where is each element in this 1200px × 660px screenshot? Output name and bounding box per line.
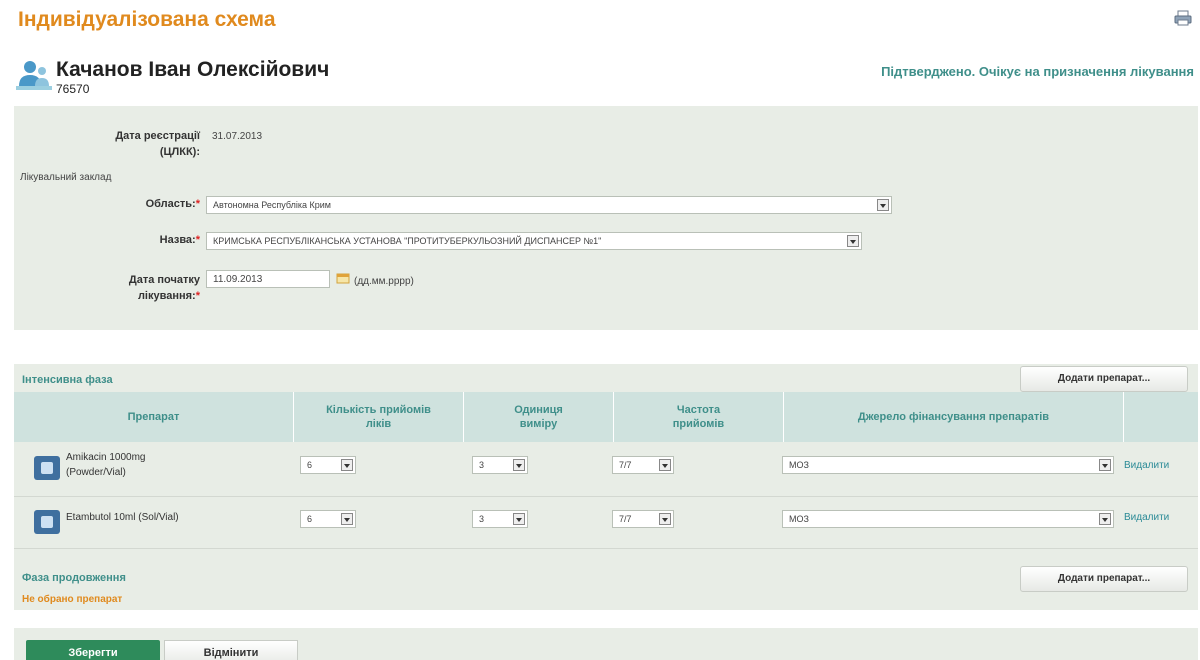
unit-select-value: 3	[479, 514, 485, 524]
column-header-quantity-text: Кількість прийомів ліків	[326, 404, 431, 430]
required-mark: *	[195, 290, 200, 302]
delete-drug-link[interactable]: Видалити	[1124, 460, 1169, 471]
column-header-unit: Одиниця виміру	[464, 392, 614, 442]
chevron-down-icon[interactable]	[659, 513, 671, 525]
drug-name: Etambutol 10ml (Sol/Vial)	[66, 510, 179, 525]
region-label-text: Область:	[145, 198, 196, 210]
registration-date-value: 31.07.2013	[212, 131, 263, 142]
frequency-select[interactable]: 7/7	[612, 510, 674, 528]
funding-source-select-value: МОЗ	[789, 514, 809, 524]
required-mark: *	[195, 198, 200, 210]
required-mark: *	[195, 234, 200, 246]
drug-table-header: Препарат Кількість прийомів ліків Одиниц…	[14, 392, 1198, 442]
quantity-select[interactable]: 6	[300, 510, 356, 528]
funding-source-select-value: МОЗ	[789, 460, 809, 470]
facility-name-label: Назва:*	[40, 232, 200, 248]
chevron-down-icon[interactable]	[513, 513, 525, 525]
drug-info-icon[interactable]	[34, 456, 60, 480]
start-date-label-line1: Дата початку	[128, 274, 200, 286]
chevron-down-icon[interactable]	[659, 459, 671, 471]
row-separator	[14, 496, 1198, 497]
column-header-quantity: Кількість прийомів ліків	[294, 392, 464, 442]
patient-avatar-icon	[16, 61, 52, 90]
quantity-select[interactable]: 6	[300, 456, 356, 474]
chevron-down-icon[interactable]	[877, 199, 889, 211]
row-separator	[14, 548, 1198, 549]
page-title: Індивідуалізована схема	[18, 8, 276, 31]
facility-name-select-value: КРИМСЬКА РЕСПУБЛІКАНСЬКА УСТАНОВА "ПРОТИ…	[213, 236, 602, 246]
save-button[interactable]: Зберегти	[26, 640, 160, 660]
drug-name: Amikacin 1000mg (Powder/Vial)	[66, 450, 145, 480]
facility-heading: Лікувальний заклад	[20, 172, 112, 183]
status-text: Підтверджено. Очікує на призначення ліку…	[881, 64, 1194, 79]
column-header-unit-text: Одиниця виміру	[514, 404, 563, 430]
patient-name: Качанов Іван Олексійович	[56, 58, 330, 81]
add-drug-continuation-button[interactable]: Додати препарат...	[1020, 566, 1188, 592]
chevron-down-icon[interactable]	[847, 235, 859, 247]
quantity-select-value: 6	[307, 514, 313, 524]
funding-source-select[interactable]: МОЗ	[782, 510, 1114, 528]
unit-select[interactable]: 3	[472, 456, 528, 474]
printer-icon[interactable]	[1174, 10, 1192, 26]
registration-date-label: Дата реєстрації (ЦЛКК):	[40, 128, 200, 160]
no-drug-selected-text: Не обрано препарат	[22, 594, 123, 605]
frequency-select[interactable]: 7/7	[612, 456, 674, 474]
intensive-phase-label: Інтенсивна фаза	[22, 374, 113, 386]
facility-name-label-text: Назва:	[159, 234, 196, 246]
region-select[interactable]: Автономна Республіка Крим	[206, 196, 892, 214]
chevron-down-icon[interactable]	[1099, 459, 1111, 471]
frequency-select-value: 7/7	[619, 514, 632, 524]
quantity-select-value: 6	[307, 460, 313, 470]
patient-id: 76570	[56, 82, 90, 96]
column-header-frequency-text: Частота прийомів	[672, 404, 725, 430]
registration-date-label-line2: (ЦЛКК):	[159, 146, 200, 158]
calendar-icon[interactable]	[336, 272, 350, 284]
delete-drug-link[interactable]: Видалити	[1124, 512, 1169, 523]
cancel-button[interactable]: Відмінити	[164, 640, 298, 660]
start-date-label-line2: лікування:	[137, 290, 196, 302]
chevron-down-icon[interactable]	[1099, 513, 1111, 525]
region-select-value: Автономна Республіка Крим	[213, 200, 331, 210]
add-drug-intensive-button[interactable]: Додати препарат...	[1020, 366, 1188, 392]
drug-name-line2: (Powder/Vial)	[66, 467, 126, 478]
drug-name-line1: Amikacin 1000mg	[66, 452, 146, 463]
chevron-down-icon[interactable]	[513, 459, 525, 471]
funding-source-select[interactable]: МОЗ	[782, 456, 1114, 474]
column-header-frequency: Частота прийомів	[614, 392, 784, 442]
chevron-down-icon[interactable]	[341, 513, 353, 525]
column-header-drug: Препарат	[14, 392, 294, 442]
column-header-funding-source: Джерело фінансування препаратів	[784, 392, 1124, 442]
unit-select[interactable]: 3	[472, 510, 528, 528]
drug-name-line1: Etambutol 10ml (Sol/Vial)	[66, 512, 179, 523]
chevron-down-icon[interactable]	[341, 459, 353, 471]
start-date-label: Дата початку лікування:*	[40, 272, 200, 304]
start-date-input[interactable]: 11.09.2013	[206, 270, 330, 288]
drug-info-icon[interactable]	[34, 510, 60, 534]
facility-name-select[interactable]: КРИМСЬКА РЕСПУБЛІКАНСЬКА УСТАНОВА "ПРОТИ…	[206, 232, 862, 250]
date-format-hint: (дд.мм.рррр)	[354, 276, 414, 287]
continuation-phase-label: Фаза продовження	[22, 572, 126, 584]
frequency-select-value: 7/7	[619, 460, 632, 470]
registration-date-label-line1: Дата реєстрації	[115, 130, 200, 142]
unit-select-value: 3	[479, 460, 485, 470]
region-label: Область:*	[40, 196, 200, 212]
